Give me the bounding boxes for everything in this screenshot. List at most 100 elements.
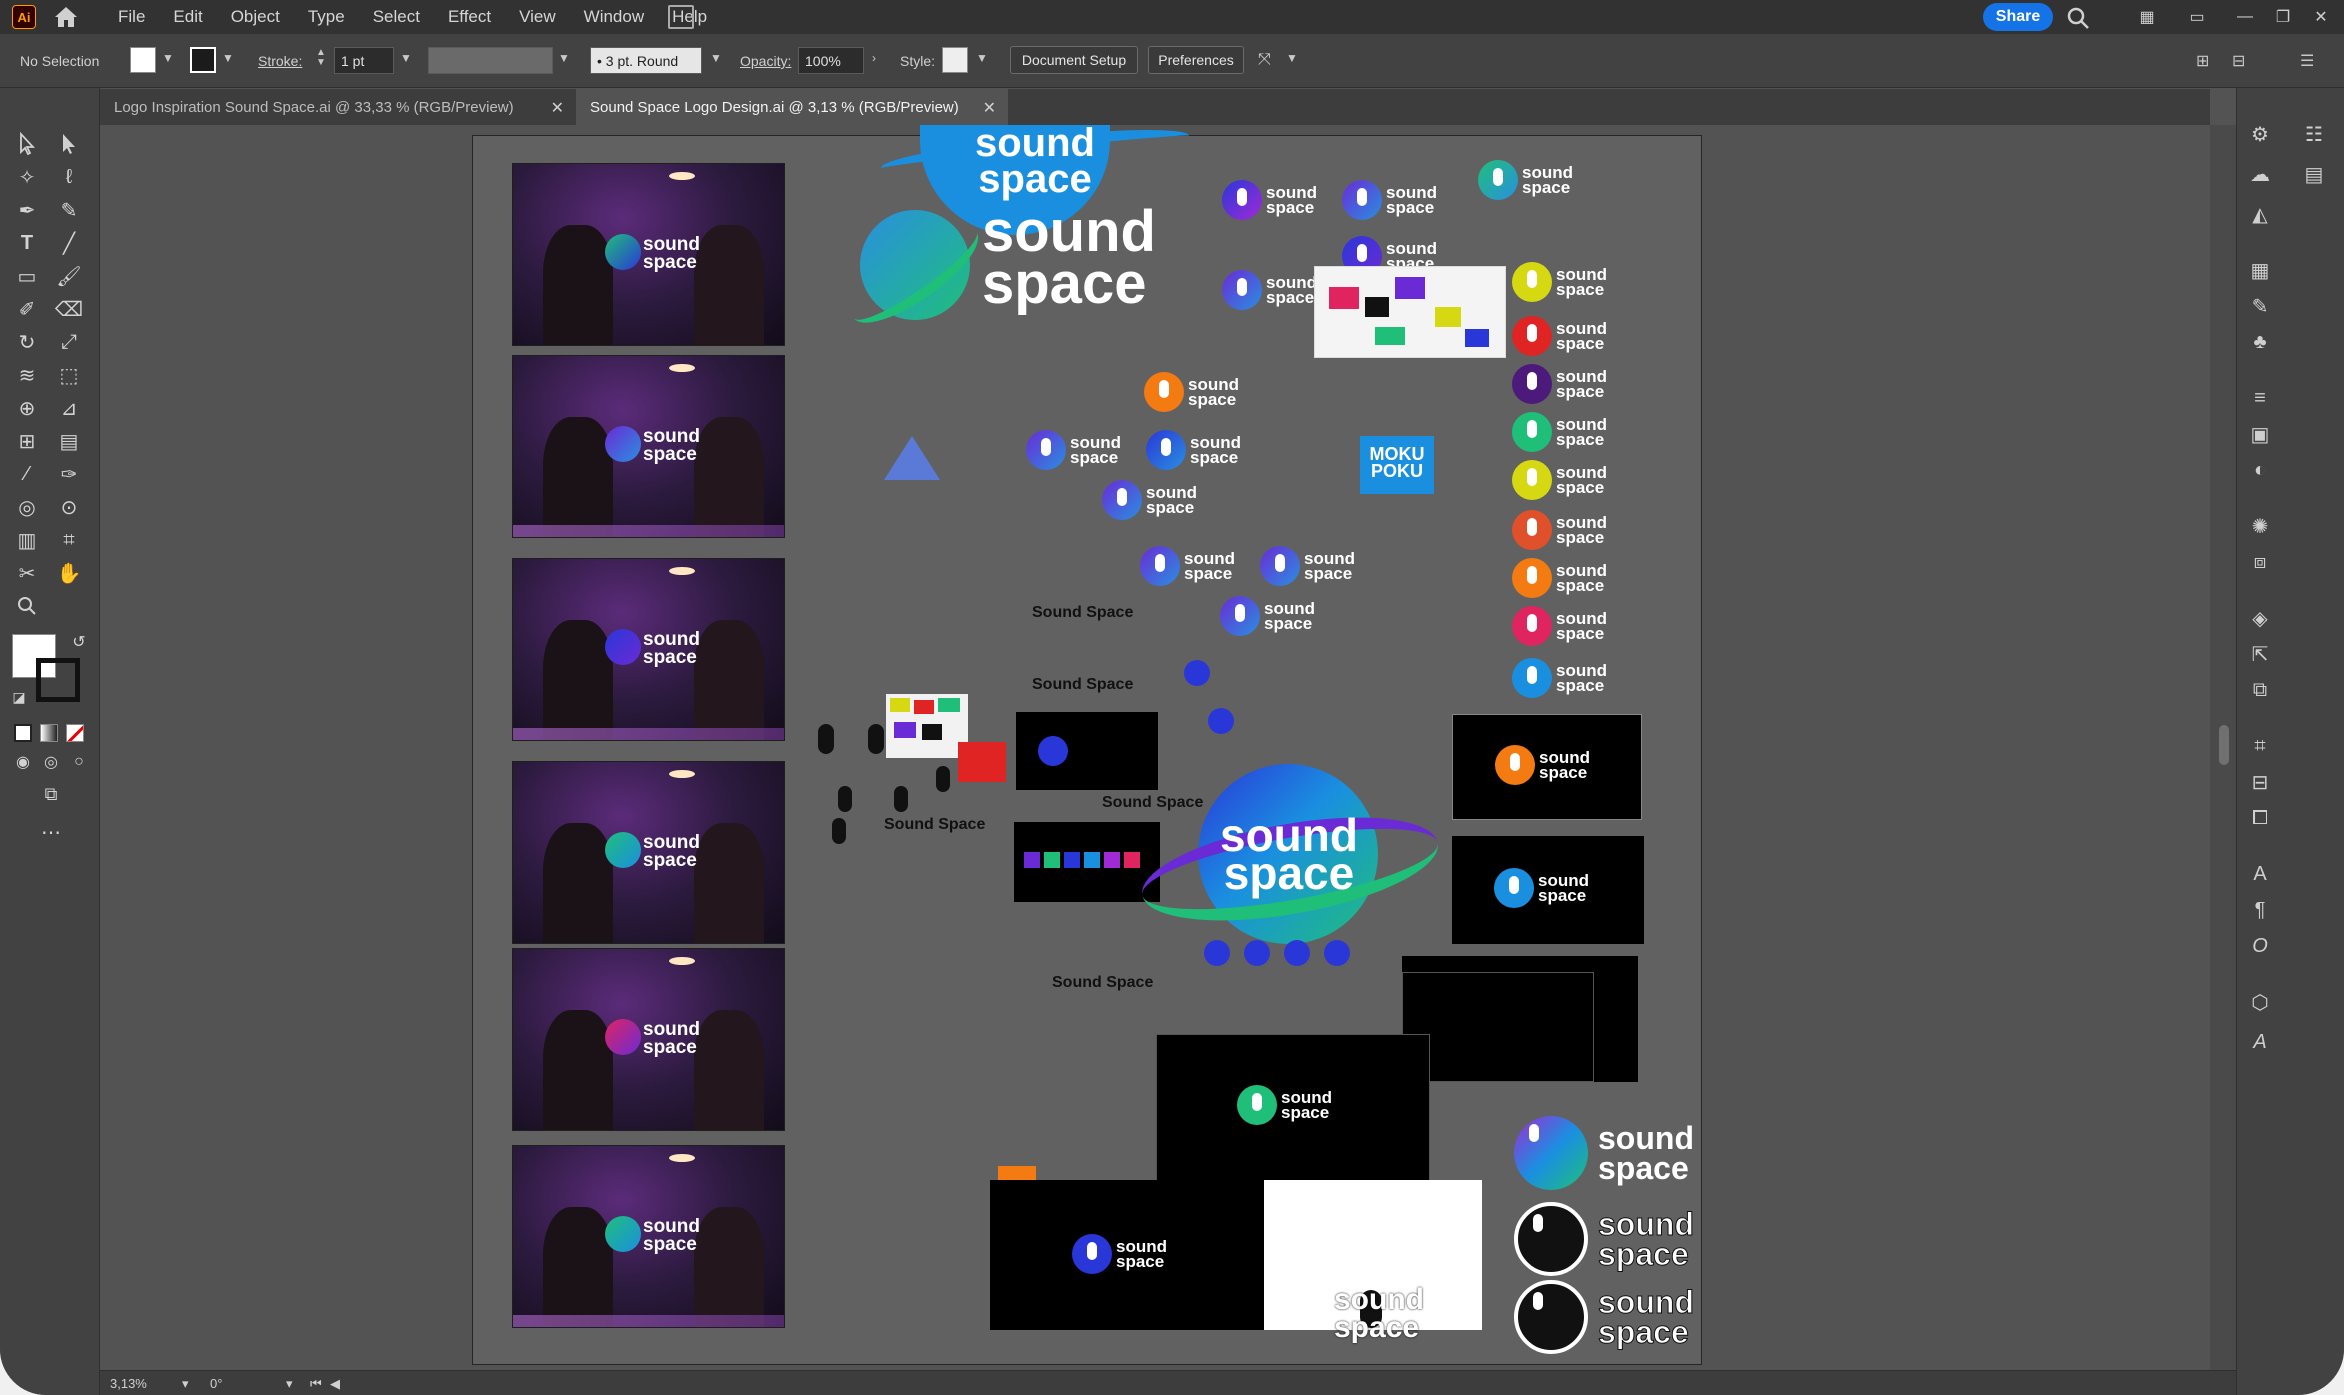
logo-chip-purple[interactable]: sound space: [1512, 364, 1607, 404]
character-icon[interactable]: A: [2245, 860, 2275, 888]
logo-text-overlap[interactable]: sound space: [1334, 1285, 1424, 1343]
pen-tool-icon[interactable]: ✒: [12, 196, 42, 224]
chevron-down-icon[interactable]: ▼: [222, 51, 236, 65]
sound-space-label[interactable]: Sound Space: [1032, 676, 1133, 694]
mesh-tool-icon[interactable]: ⊞: [12, 427, 42, 455]
draw-behind-icon[interactable]: ◎: [36, 748, 66, 776]
mic-row[interactable]: [1204, 940, 1354, 970]
symbol-sprayer-tool-icon[interactable]: ⊙: [54, 493, 84, 521]
mic-icon[interactable]: [838, 786, 852, 812]
menu-view[interactable]: View: [519, 7, 556, 27]
sound-space-label[interactable]: Sound Space: [1052, 974, 1153, 992]
maximize-icon[interactable]: ❐: [2266, 0, 2300, 34]
stroke-panel-icon[interactable]: ≡: [2245, 384, 2275, 412]
chevron-down-icon[interactable]: ▾: [286, 1376, 293, 1392]
scroll-thumb[interactable]: [2219, 725, 2229, 765]
graphic-styles-icon[interactable]: ⧈: [2245, 548, 2275, 576]
panel-toggle-icon[interactable]: ▭: [2180, 0, 2214, 34]
fill-swatch[interactable]: [130, 47, 156, 73]
chevron-down-icon[interactable]: ▼: [558, 51, 572, 65]
perspective-grid-tool-icon[interactable]: ⊿: [54, 394, 84, 422]
logo-large-bw[interactable]: sound space: [1514, 1280, 1694, 1354]
gradient-mode-icon[interactable]: [40, 724, 58, 742]
mic-icon[interactable]: [1208, 708, 1234, 734]
logo-chip[interactable]: sound space: [1222, 180, 1317, 220]
libraries-icon[interactable]: ☁: [2245, 160, 2275, 188]
mic-icon[interactable]: [936, 766, 950, 792]
logo-chip-blue[interactable]: sound space: [1512, 658, 1607, 698]
home-icon[interactable]: [52, 4, 80, 30]
mic-icon[interactable]: [832, 818, 846, 844]
line-tool-icon[interactable]: ╱: [54, 229, 84, 257]
close-icon[interactable]: ✕: [983, 98, 996, 118]
tab-sound-space-logo[interactable]: Sound Space Logo Design.ai @ 3,13 % (RGB…: [576, 89, 1008, 125]
minimize-icon[interactable]: —: [2228, 0, 2262, 34]
menu-window[interactable]: Window: [584, 7, 644, 27]
direct-selection-tool-icon[interactable]: [54, 130, 84, 158]
eraser-tool-icon[interactable]: ⌫: [54, 295, 84, 323]
curvature-tool-icon[interactable]: ✎: [54, 196, 84, 224]
logo-chip-yellow[interactable]: sound space: [1512, 460, 1607, 500]
chevron-down-icon[interactable]: ▼: [710, 51, 724, 65]
dark-mockup-orange[interactable]: sound space: [1452, 714, 1642, 820]
variable-width-profile[interactable]: [428, 47, 553, 74]
close-icon[interactable]: ✕: [551, 98, 564, 118]
chevron-down-icon[interactable]: ▼: [976, 51, 990, 65]
dark-mockup[interactable]: [1016, 712, 1158, 790]
transparency-icon[interactable]: ◐: [2245, 456, 2275, 484]
screen-mode-icon[interactable]: ⧉: [36, 780, 66, 808]
logo-chip[interactable]: sound space: [1220, 596, 1315, 636]
rotate-tool-icon[interactable]: ↻: [12, 328, 42, 356]
gradient-tool-icon[interactable]: ▤: [54, 427, 84, 455]
zoom-tool-icon[interactable]: [12, 592, 42, 620]
moku-poku-sample[interactable]: MOKU POKU: [1360, 436, 1434, 494]
logo-chip-orange[interactable]: sound space: [1144, 372, 1239, 412]
menu-select[interactable]: Select: [373, 7, 420, 27]
stroke-weight-field[interactable]: 1 pt: [334, 47, 394, 74]
measure-tool-icon[interactable]: ✑: [54, 460, 84, 488]
zoom-level[interactable]: 3,13%: [110, 1376, 147, 1391]
tab-logo-inspiration[interactable]: Logo Inspiration Sound Space.ai @ 33,33 …: [100, 89, 576, 125]
swatches-icon[interactable]: ▦: [2245, 256, 2275, 284]
warp-tool-icon[interactable]: ≋: [12, 361, 42, 389]
logo-chip[interactable]: sound space: [1260, 546, 1355, 586]
red-card[interactable]: [958, 742, 1006, 782]
first-artboard-icon[interactable]: ⏮: [310, 1376, 322, 1392]
sound-space-label[interactable]: Sound Space: [1032, 604, 1133, 622]
shape-builder-tool-icon[interactable]: ⊕: [12, 394, 42, 422]
properties-icon[interactable]: ⚙: [2245, 120, 2275, 148]
brush-definition-field[interactable]: • 3 pt. Round: [590, 47, 702, 74]
share-button[interactable]: Share: [1983, 3, 2053, 31]
podcast-thumbnail[interactable]: sound space: [512, 1145, 785, 1328]
none-mode-icon[interactable]: [66, 724, 84, 742]
paragraph-icon[interactable]: ¶: [2245, 896, 2275, 924]
layers-icon[interactable]: ◈: [2245, 604, 2275, 632]
transform-panel-icon[interactable]: ⌗: [2245, 732, 2275, 760]
symbols-icon[interactable]: ♣: [2245, 328, 2275, 356]
logo-chip[interactable]: sound space: [1478, 160, 1573, 200]
chevron-down-icon[interactable]: ▼: [1286, 51, 1300, 65]
stroke-label[interactable]: Stroke:: [258, 53, 302, 69]
stepper-icon[interactable]: ▲ ▼: [316, 48, 330, 68]
dark-mockup-indigo[interactable]: sound space: [990, 1180, 1270, 1330]
logo-chip[interactable]: sound space: [1102, 480, 1197, 520]
workspace-icon[interactable]: ▦: [2130, 0, 2164, 34]
graph-tool-icon[interactable]: ▥: [12, 526, 42, 554]
type-tool-icon[interactable]: T: [12, 229, 42, 257]
shaper-tool-icon[interactable]: ✐: [12, 295, 42, 323]
align-icon[interactable]: ⊞: [2196, 51, 2210, 70]
distribute-icon[interactable]: ⊟: [2232, 51, 2246, 70]
glyphs-icon[interactable]: A: [2245, 1028, 2275, 1056]
mic-icon[interactable]: [894, 786, 908, 812]
3d-icon[interactable]: ⬡: [2245, 988, 2275, 1016]
export-icon[interactable]: ⇱: [2245, 640, 2275, 668]
opentype-icon[interactable]: O: [2245, 932, 2275, 960]
menu-file[interactable]: File: [118, 7, 145, 27]
chevron-down-icon[interactable]: ▼: [162, 51, 176, 65]
color-guide-icon[interactable]: ◭: [2245, 200, 2275, 228]
transform-icon[interactable]: ⤧: [1258, 51, 1278, 68]
chevron-down-icon[interactable]: ▼: [400, 51, 414, 65]
panel-menu-icon[interactable]: ☰: [2300, 51, 2314, 70]
artboards-icon[interactable]: ⧉: [2245, 676, 2275, 704]
free-transform-tool-icon[interactable]: ⬚: [54, 361, 84, 389]
